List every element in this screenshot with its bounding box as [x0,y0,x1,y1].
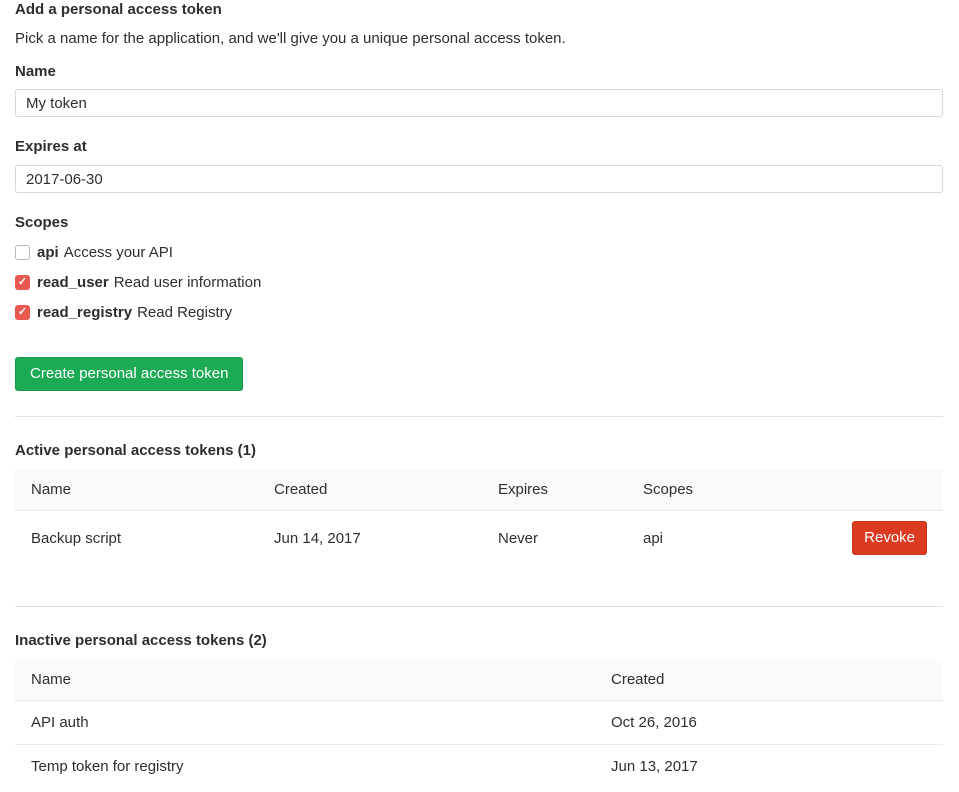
scope-option-read-registry[interactable]: ✓ read_registry Read Registry [15,303,943,321]
api-checkbox[interactable]: ✓ [15,245,30,260]
table-row: Backup script Jun 14, 2017 Never api Rev… [15,511,943,566]
scope-name: read_user [37,274,109,291]
table-row: Temp token for registry Jun 13, 2017 [15,745,943,789]
add-token-description: Pick a name for the application, and we'… [15,31,943,47]
token-action-cell: Revoke [787,511,943,566]
create-token-button[interactable]: Create personal access token [15,357,243,391]
personal-access-tokens-page: Add a personal access token Pick a name … [0,0,959,788]
token-created-cell: Jun 13, 2017 [595,745,943,789]
scopes-label: Scopes [15,215,943,230]
add-token-title: Add a personal access token [15,2,943,17]
token-expires-cell: Never [482,511,627,566]
token-name-input[interactable] [15,89,943,117]
column-header-action [787,470,943,511]
section-divider [15,606,943,607]
scope-description: Access your API [64,244,173,261]
column-header-created: Created [258,470,482,511]
scope-option-read-user[interactable]: ✓ read_user Read user information [15,273,943,291]
table-header-row: Name Created [15,660,943,701]
token-created-cell: Oct 26, 2016 [595,701,943,745]
checkmark-icon: ✓ [18,307,27,318]
scope-option-api[interactable]: ✓ api Access your API [15,243,943,261]
token-name-cell: Backup script [15,511,258,566]
inactive-tokens-table: Name Created API auth Oct 26, 2016 Temp … [15,660,943,788]
column-header-expires: Expires [482,470,627,511]
section-divider [15,416,943,417]
expires-at-input[interactable] [15,165,943,193]
checkmark-icon: ✓ [18,277,27,288]
scope-description: Read user information [114,274,262,291]
column-header-created: Created [595,660,943,701]
column-header-name: Name [15,660,595,701]
active-tokens-title: Active personal access tokens (1) [15,443,943,458]
inactive-tokens-title: Inactive personal access tokens (2) [15,633,943,648]
scope-name: api [37,244,59,261]
expires-at-label: Expires at [15,139,943,154]
column-header-name: Name [15,470,258,511]
revoke-button[interactable]: Revoke [852,521,927,555]
scope-description: Read Registry [137,304,232,321]
read-registry-checkbox[interactable]: ✓ [15,305,30,320]
table-header-row: Name Created Expires Scopes [15,470,943,511]
read-user-checkbox[interactable]: ✓ [15,275,30,290]
scope-name: read_registry [37,304,132,321]
token-scopes-cell: api [627,511,787,566]
token-name-cell: API auth [15,701,595,745]
token-name-cell: Temp token for registry [15,745,595,789]
column-header-scopes: Scopes [627,470,787,511]
active-tokens-table: Name Created Expires Scopes Backup scrip… [15,470,943,565]
token-created-cell: Jun 14, 2017 [258,511,482,566]
name-label: Name [15,64,943,79]
table-row: API auth Oct 26, 2016 [15,701,943,745]
scopes-list: ✓ api Access your API ✓ read_user Read u… [15,243,943,321]
